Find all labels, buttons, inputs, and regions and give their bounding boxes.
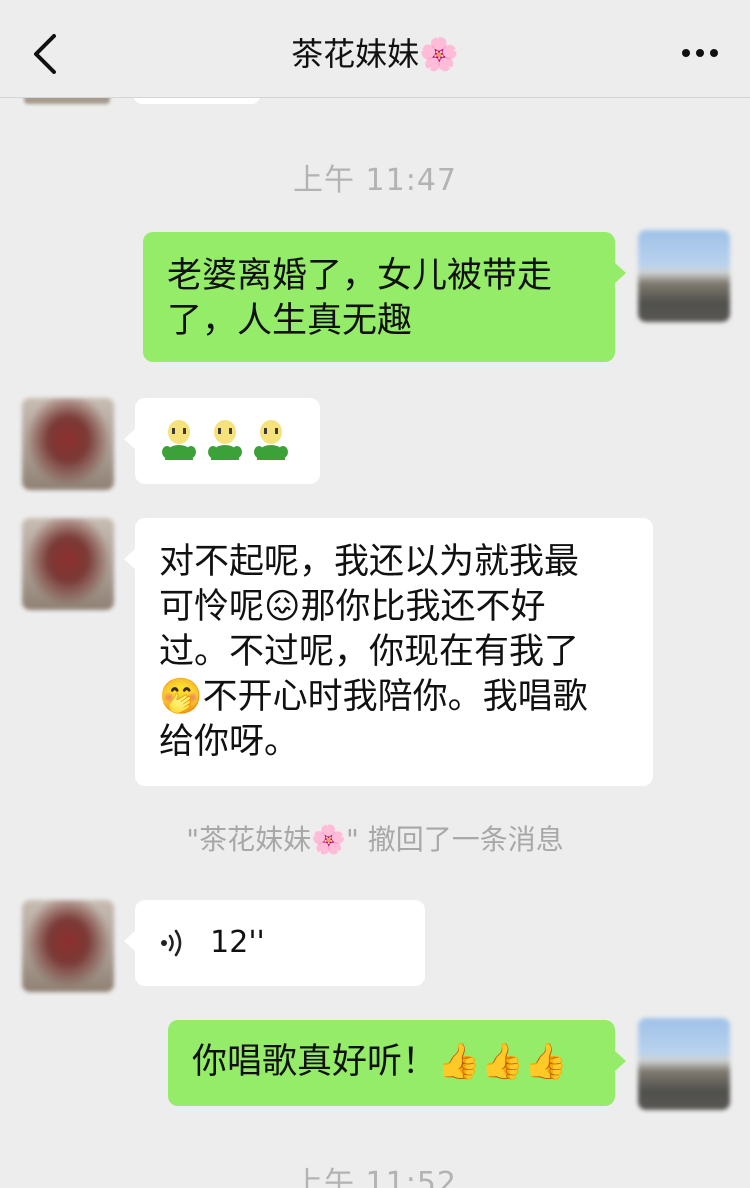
more-dots-icon[interactable] bbox=[680, 38, 720, 68]
nav-bar: 茶花妹妹🌸 bbox=[0, 0, 750, 98]
voice-wave-icon bbox=[161, 929, 182, 957]
my-avatar[interactable] bbox=[638, 1018, 730, 1110]
contact-avatar[interactable] bbox=[22, 398, 114, 490]
contact-avatar[interactable] bbox=[22, 518, 114, 610]
recall-notice: "茶花妹妹🌸" 撤回了一条消息 bbox=[186, 823, 564, 856]
timestamp: 上午 11:52 bbox=[293, 1166, 457, 1188]
timestamp: 上午 11:47 bbox=[293, 163, 457, 198]
chat-title: 茶花妹妹🌸 bbox=[291, 35, 459, 73]
message-text: 你唱歌真好听！👍👍👍 bbox=[192, 1042, 568, 1082]
my-avatar[interactable] bbox=[638, 230, 730, 322]
message-bubble-received[interactable] bbox=[124, 398, 320, 484]
message-bubble-received[interactable]: 对不起呢，我还以为就我最 可怜呢😖那你比我还不好 过。不过呢，你现在有我了 🤭不… bbox=[124, 518, 653, 786]
message-text: 老婆离婚了，女儿被带走 了，人生真无趣 bbox=[167, 256, 553, 341]
voice-duration: 12'' bbox=[210, 925, 265, 960]
contact-avatar[interactable] bbox=[22, 900, 114, 992]
message-text: 对不起呢，我还以为就我最 可怜呢😖那你比我还不好 过。不过呢，你现在有我了 🤭不… bbox=[159, 542, 588, 762]
message-bubble-sent[interactable]: 你唱歌真好听！👍👍👍 bbox=[168, 1020, 626, 1106]
message-bubble-sent[interactable]: 老婆离婚了，女儿被带走 了，人生真无趣 bbox=[143, 232, 626, 362]
voice-message-bubble[interactable]: 12'' bbox=[124, 900, 425, 986]
emoji-stickers bbox=[157, 420, 297, 471]
